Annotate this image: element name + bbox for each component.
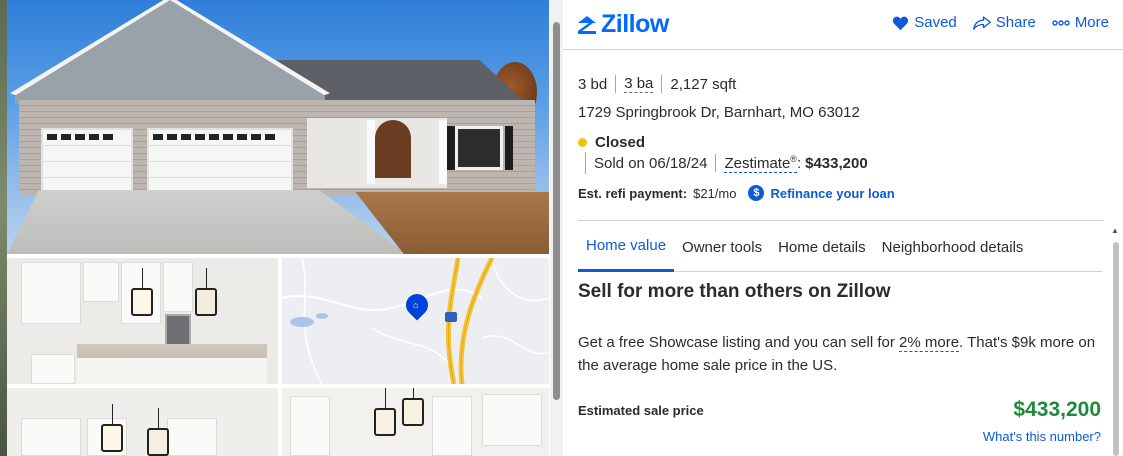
status-label: Closed — [595, 134, 646, 151]
zestimate-link[interactable]: Zestimate® — [724, 154, 797, 173]
zillow-logo-icon — [578, 15, 596, 34]
share-icon — [972, 15, 991, 30]
sell-paragraph: Get a free Showcase listing and you can … — [578, 331, 1108, 377]
details-panel: Zillow Saved Share More 3 bd 3 ba 2,127 … — [563, 0, 1123, 456]
home-glyph-icon: ⌂ — [413, 300, 419, 310]
photo-column — [439, 120, 447, 184]
zestimate-colon: : — [796, 154, 802, 172]
photo-shutter — [447, 126, 455, 170]
facts-divider — [615, 75, 617, 93]
zillow-logo[interactable]: Zillow — [577, 10, 669, 39]
panel-scrollbar-thumb[interactable] — [1113, 242, 1119, 456]
tab-owner-tools[interactable]: Owner tools — [674, 222, 770, 272]
whats-this-number-link[interactable]: What's this number? — [983, 429, 1101, 444]
photo-cabinet — [163, 262, 193, 312]
photo-cabinet — [167, 418, 217, 456]
status-row: Closed — [578, 134, 645, 151]
saved-label: Saved — [914, 14, 957, 31]
photo-pendant-light — [195, 268, 217, 316]
photo-pendant-light — [147, 408, 169, 456]
zestimate-registered: ® — [790, 153, 797, 164]
estimated-sale-value: $433,200 — [1013, 398, 1101, 421]
two-percent-link[interactable]: 2% more — [899, 334, 960, 352]
hero-photo[interactable] — [7, 0, 549, 254]
home-address: 1729 Springbrook Dr, Barnhart, MO 63012 — [578, 104, 860, 121]
panel-header: Zillow Saved Share More — [563, 0, 1123, 50]
dollar-icon: $ — [748, 185, 765, 201]
kitchen-photo-1[interactable] — [7, 258, 278, 384]
kitchen-photo-2[interactable] — [7, 388, 278, 456]
photo-cabinet — [83, 262, 119, 302]
more-dots-icon — [1052, 19, 1070, 26]
panel-scrollbar[interactable]: ▲ — [1109, 222, 1123, 456]
more-button[interactable]: More — [1052, 14, 1109, 31]
heart-icon — [893, 16, 909, 30]
kitchen-photo-3[interactable] — [282, 388, 549, 456]
sqft-value: 2,127 sqft — [670, 75, 737, 93]
photo-cabinet — [31, 354, 75, 384]
saved-button[interactable]: Saved — [892, 14, 957, 31]
photo-front-door — [375, 120, 411, 178]
photo-shutter — [505, 126, 513, 170]
more-label: More — [1074, 14, 1109, 31]
tab-neighborhood-details[interactable]: Neighborhood details — [874, 222, 1032, 272]
share-label: Share — [995, 14, 1036, 31]
header-actions: Saved Share More — [892, 14, 1109, 31]
scroll-up-icon[interactable]: ▲ — [1111, 226, 1119, 235]
photo-pendant-light — [101, 404, 123, 452]
map-svg — [282, 258, 549, 384]
photo-cabinet — [482, 394, 542, 446]
sold-divider — [715, 154, 717, 172]
refi-value: $21/mo — [693, 185, 737, 201]
listing-page: ⌂ Zillow Saved Share More 3 bd 3 ba 2,12… — [0, 0, 1123, 456]
beds-count: 3 bd — [578, 75, 608, 93]
photo-oven — [165, 314, 191, 348]
facts-divider — [661, 75, 663, 93]
photo-cabinet — [432, 396, 472, 456]
photo-cabinet — [290, 396, 330, 456]
photo-island-front — [77, 358, 267, 384]
photo-column — [367, 120, 375, 184]
logo-text: Zillow — [601, 10, 669, 38]
home-facts: 3 bd 3 ba 2,127 sqft — [578, 75, 736, 93]
photo-pendant-light — [402, 388, 424, 426]
tab-home-details[interactable]: Home details — [770, 222, 874, 272]
refi-label: Est. refi payment: — [578, 185, 688, 201]
photo-gable — [15, 0, 325, 104]
refi-row: Est. refi payment: $21/mo $ Refinance yo… — [578, 185, 895, 201]
detail-tabs: Home value Owner tools Home details Neig… — [578, 222, 1102, 272]
photo-garage-windows-1 — [47, 134, 113, 140]
zestimate-value: $433,200 — [805, 154, 868, 172]
photo-pendant-light — [131, 268, 153, 316]
photo-pendant-light — [374, 388, 396, 436]
photo-window — [455, 126, 503, 170]
share-button[interactable]: Share — [972, 14, 1036, 31]
tab-home-value[interactable]: Home value — [578, 222, 675, 272]
zestimate-label: Zestimate — [724, 154, 791, 172]
status-dot-icon — [578, 138, 587, 147]
gallery-scrollbar-thumb[interactable] — [553, 22, 560, 400]
background-edge — [0, 0, 7, 456]
refinance-link[interactable]: Refinance your loan — [770, 186, 894, 201]
photo-cabinet — [21, 418, 81, 456]
location-map[interactable]: ⌂ — [282, 258, 549, 384]
estimated-sale-label: Estimated sale price — [578, 403, 704, 418]
photo-cabinet — [21, 262, 81, 324]
photo-garage-windows-2 — [153, 134, 275, 140]
sold-date: Sold on 06/18/24 — [594, 154, 708, 172]
photo-driveway — [7, 190, 407, 254]
photo-gallery: ⌂ — [0, 0, 563, 456]
section-divider — [578, 220, 1104, 221]
sell-heading: Sell for more than others on Zillow — [578, 281, 891, 302]
sell-text-before: Get a free Showcase listing and you can … — [578, 334, 900, 351]
baths-count[interactable]: 3 ba — [624, 75, 654, 93]
sold-row: Sold on 06/18/24 Zestimate®: $433,200 — [585, 152, 868, 174]
